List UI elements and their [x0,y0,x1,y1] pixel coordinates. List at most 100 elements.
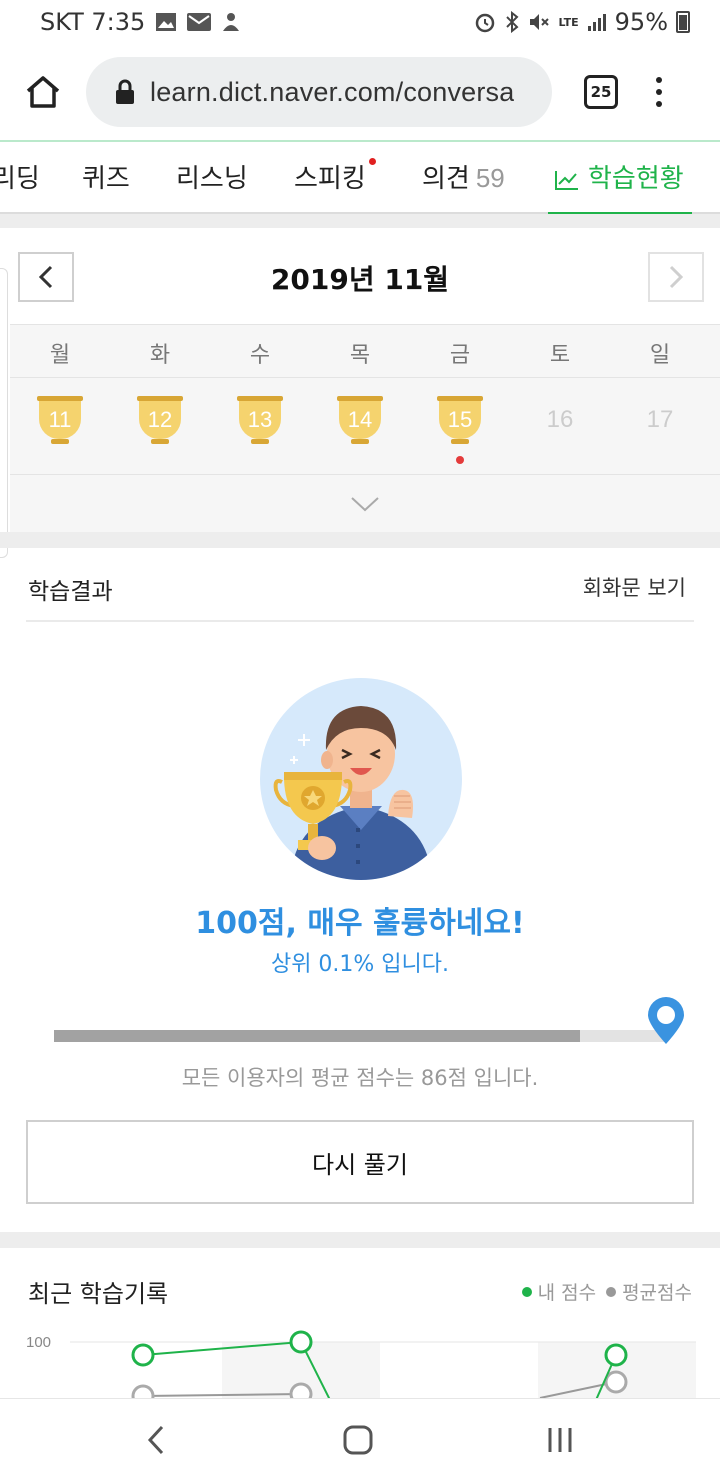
my-score-marker-icon [648,997,684,1044]
calendar-day-selected[interactable]: 15 [430,396,490,446]
url-text: learn.dict.naver.com/conversa [150,76,515,107]
tab-label: 리스닝 [176,164,248,194]
alarm-icon [476,13,495,33]
calendar-day-completed[interactable]: 13 [230,396,290,446]
rank-message: 상위 0.1% 입니다. [270,952,450,977]
legend-dot [606,1286,617,1297]
address-bar[interactable]: learn.dict.naver.com/conversa [86,57,552,127]
next-month-button[interactable] [648,252,704,302]
calendar-expand-button[interactable] [10,474,720,532]
avg-point [131,1384,155,1398]
section-tabs: 리딩 퀴즈 리스닝 스피킹 의견 59 학습현황 [0,142,720,216]
battery-percent: 95% [614,8,668,36]
trophy-cup-icon: 14 [337,396,383,446]
trophy-cup-icon: 13 [237,396,283,446]
weekday-label: 금 [449,343,471,368]
selected-day-dot [456,456,464,464]
result-title: 학습결과 [28,579,113,605]
section-divider [0,214,720,228]
section-divider [0,1232,720,1248]
weekday-header: 월 화 수 목 금 토 일 [10,324,720,378]
back-icon [147,1425,164,1455]
lock-icon [116,79,134,104]
calendar-day-completed[interactable]: 14 [330,396,390,446]
view-dialogue-link[interactable]: 회화문 보기 [583,572,686,602]
calendar: 2019년 11월 월 화 수 목 금 토 일 11 12 13 14 15 1… [0,228,720,558]
home-nav-button[interactable] [338,1423,378,1457]
calendar-day-completed[interactable]: 12 [130,396,190,446]
home-button[interactable] [18,67,68,117]
history-legend: 내 점수 평균점수 [521,1278,692,1305]
tab-learning-status[interactable]: 학습현황 [548,158,692,216]
menu-dot [656,89,662,95]
legend-label: 평균점수 [622,1282,692,1304]
tab-label: 퀴즈 [82,164,130,194]
weekday-label: 수 [249,343,271,368]
back-button[interactable] [136,1423,176,1457]
mute-icon [530,14,550,30]
avg-point [604,1370,628,1394]
day-number: 12 [139,401,181,439]
calendar-day-completed[interactable]: 11 [30,396,90,446]
y-tick-label: 100 [26,1334,52,1351]
weekday-label: 월 [49,343,71,368]
tab-speaking[interactable]: 스피킹 [294,158,376,195]
tab-reading[interactable]: 리딩 [0,158,40,195]
day-number: 15 [439,401,481,439]
image-notification-icon [156,13,177,31]
signal-icon [587,14,606,31]
menu-dot [656,101,662,107]
calendar-edge [0,268,8,558]
chevron-right-icon [669,265,684,289]
weekday-label: 목 [349,343,371,368]
tab-listening[interactable]: 리스닝 [176,158,248,195]
divider [26,620,694,622]
tab-opinion[interactable]: 의견 59 [422,158,505,195]
tab-quiz[interactable]: 퀴즈 [82,158,130,195]
result-header: 학습결과 회화문 보기 [0,548,720,620]
browser-toolbar: learn.dict.naver.com/conversa 25 [0,52,720,132]
system-nav-bar [0,1398,720,1480]
calendar-day-empty: 17 [646,406,674,433]
weekday-label: 토 [549,343,571,368]
mail-notification-icon [187,13,212,31]
calendar-month-title: 2019년 11월 [270,263,450,296]
tab-label: 스피킹 [294,164,366,194]
tab-label: 의견 [422,164,470,194]
recent-apps-button[interactable] [540,1423,580,1457]
my-point [131,1343,155,1367]
status-bar: SKT 7:35 LTE 95% [0,0,720,44]
home-square-icon [343,1425,373,1455]
app-notification-icon [223,13,240,31]
network-type: LTE [558,15,579,29]
opinion-count: 59 [475,163,505,193]
history-chart: 100 [0,1320,720,1398]
my-point [289,1330,313,1354]
legend-label: 내 점수 [537,1282,597,1304]
tab-count: 25 [590,83,612,101]
trophy-cup-icon: 11 [37,396,83,446]
retry-button[interactable]: 다시 풀기 [26,1120,694,1204]
home-icon [26,76,60,108]
avg-point [289,1382,313,1398]
browser-menu-button[interactable] [656,77,662,107]
trophy-cup-icon: 12 [137,396,183,446]
bluetooth-icon [506,11,519,33]
battery-icon [676,11,690,33]
legend-dot [521,1286,532,1297]
legend-mine: 내 점수 [521,1278,597,1305]
day-number: 11 [39,401,81,439]
tab-label: 학습현황 [588,164,684,194]
history-chart-svg [70,1330,696,1398]
calendar-days-row: 11 12 13 14 15 16 17 [10,378,720,474]
day-number: 13 [239,401,281,439]
average-score-message: 모든 이용자의 평균 점수는 86점 입니다. [181,1066,539,1090]
chevron-down-icon [351,496,379,511]
score-message: 100점, 매우 훌륭하네요! [195,906,525,941]
weekday-label: 일 [649,343,671,368]
section-divider [0,532,720,548]
score-bar [54,1030,666,1042]
calendar-day-empty: 16 [546,406,574,433]
menu-dot [656,77,662,83]
tab-switcher-button[interactable]: 25 [584,75,618,109]
